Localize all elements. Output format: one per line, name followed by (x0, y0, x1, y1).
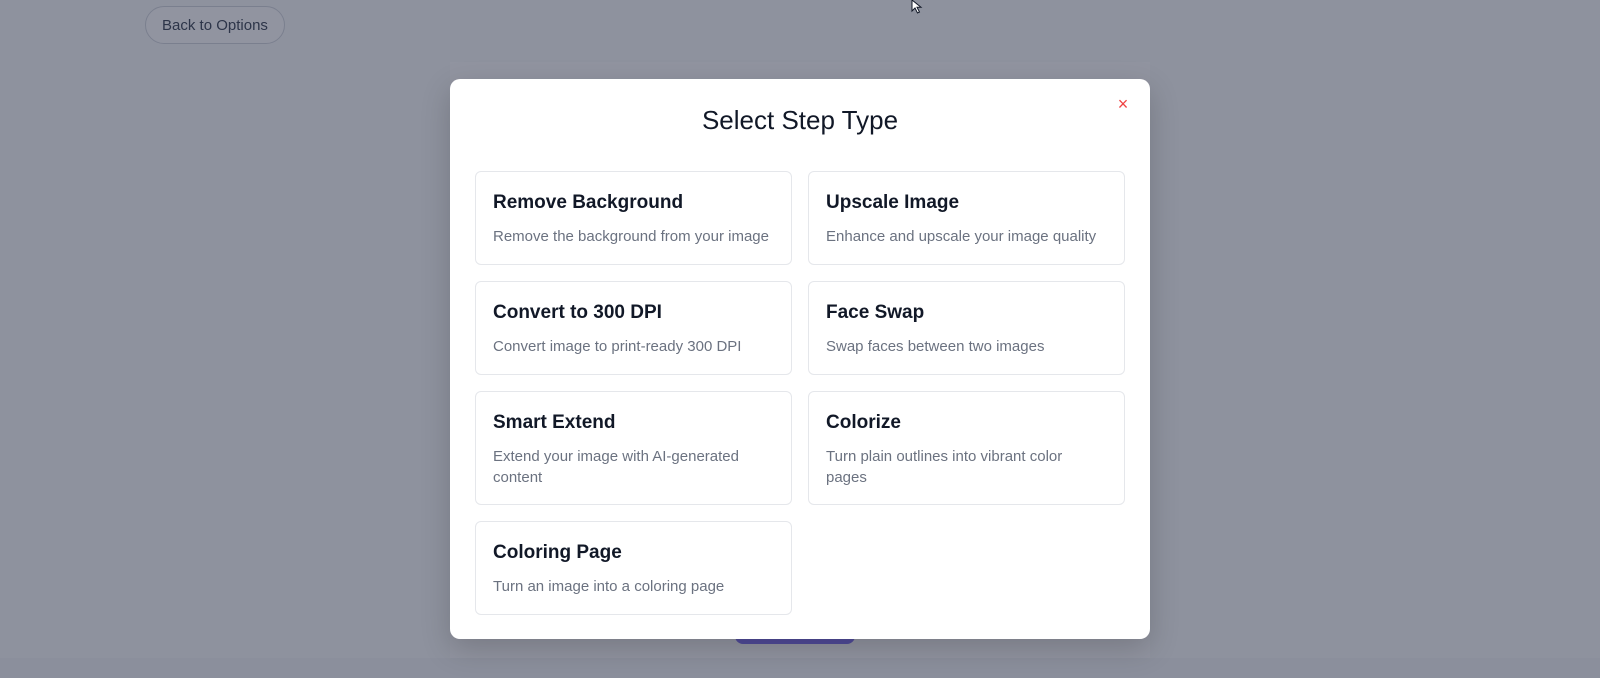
step-type-grid: Remove Background Remove the background … (475, 171, 1125, 615)
close-icon: × (1117, 93, 1129, 114)
option-title: Convert to 300 DPI (493, 302, 662, 323)
option-description: Convert image to print-ready 300 DPI (493, 338, 742, 355)
option-face-swap[interactable]: Face Swap Swap faces between two images (808, 281, 1125, 375)
option-title: Smart Extend (493, 412, 616, 433)
option-title: Coloring Page (493, 542, 622, 563)
modal-title: Select Step Type (701, 105, 899, 135)
option-description: Enhance and upscale your image quality (826, 228, 1097, 245)
option-description: Turn an image into a coloring page (493, 578, 725, 595)
option-description: Turn plain outlines into vibrant color p… (826, 448, 1063, 486)
option-title: Face Swap (826, 302, 925, 323)
option-title: Colorize (826, 412, 901, 433)
option-title: Upscale Image (826, 192, 960, 213)
option-upscale-image[interactable]: Upscale Image Enhance and upscale your i… (808, 171, 1125, 265)
option-description: Remove the background from your image (493, 228, 769, 245)
select-step-type-modal: Select Step Type × Remove Background Rem… (450, 79, 1150, 639)
option-coloring-page[interactable]: Coloring Page Turn an image into a color… (475, 521, 792, 615)
option-smart-extend[interactable]: Smart Extend Extend your image with AI-g… (475, 391, 792, 505)
close-button[interactable]: × (1112, 93, 1134, 115)
option-description: Swap faces between two images (826, 338, 1045, 355)
option-convert-300-dpi[interactable]: Convert to 300 DPI Convert image to prin… (475, 281, 792, 375)
option-remove-background[interactable]: Remove Background Remove the background … (475, 171, 792, 265)
option-description: Extend your image with AI-generated cont… (493, 448, 739, 486)
mouse-pointer-icon (911, 0, 923, 14)
option-colorize[interactable]: Colorize Turn plain outlines into vibran… (808, 391, 1125, 505)
option-title: Remove Background (493, 192, 684, 213)
